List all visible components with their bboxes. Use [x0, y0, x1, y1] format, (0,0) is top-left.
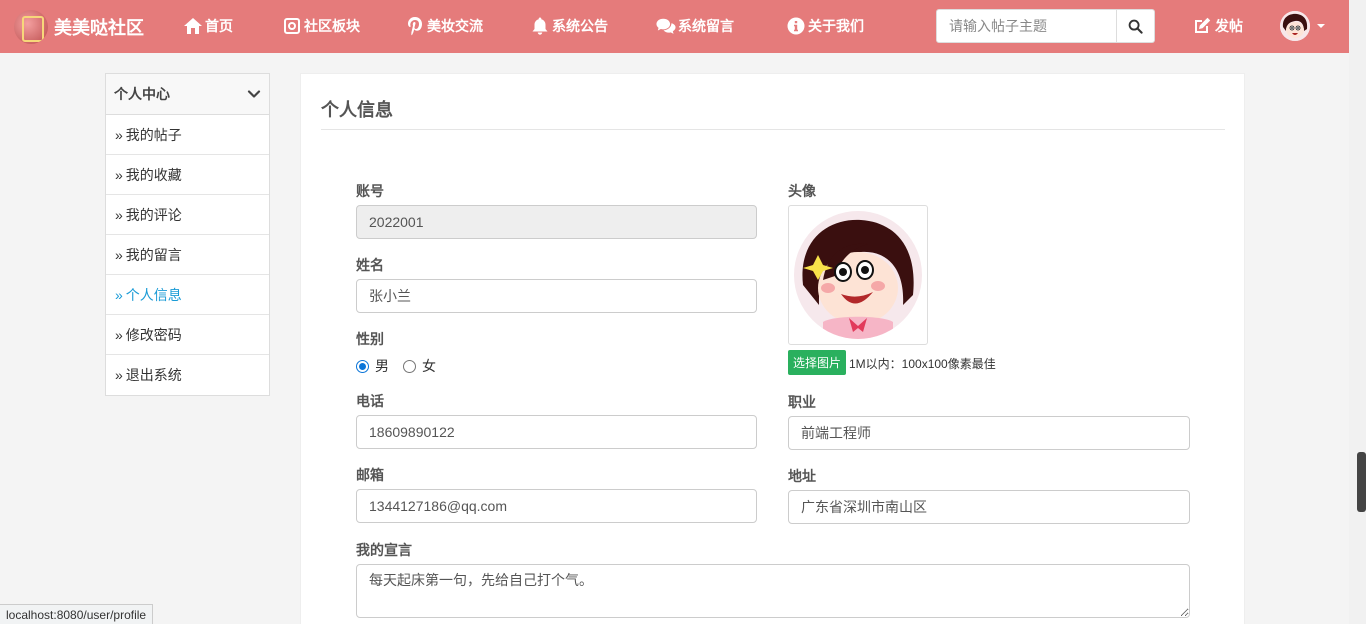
sidebar-item-my-favorites[interactable]: » 我的收藏 [106, 155, 269, 195]
name-label: 姓名 [356, 257, 384, 273]
account-label: 账号 [356, 183, 384, 199]
sidebar-item-logout[interactable]: » 退出系统 [106, 355, 269, 395]
nav-makeup-exchange[interactable]: 美妆交流 [405, 14, 483, 38]
sidebar-item-my-posts[interactable]: » 我的帖子 [106, 115, 269, 155]
phone-label: 电话 [356, 393, 384, 409]
gender-label: 性别 [356, 331, 384, 347]
search-box [936, 9, 1155, 43]
sidebar-item-my-messages[interactable]: » 我的留言 [106, 235, 269, 275]
avatar-preview[interactable] [788, 205, 928, 345]
browser-status-bar: localhost:8080/user/profile [0, 604, 154, 624]
double-chevron-right-icon: » [115, 246, 123, 263]
sidebar-title: 个人中心 [114, 86, 170, 102]
nav-announcements-label: 系统公告 [552, 18, 608, 34]
job-field[interactable] [788, 416, 1190, 450]
gender-female-radio[interactable] [403, 359, 416, 373]
gender-female-label: 女 [422, 358, 436, 374]
nav-about-us-label: 关于我们 [808, 18, 864, 34]
name-field[interactable] [356, 279, 757, 313]
sidebar-item-label: 我的评论 [125, 206, 182, 223]
gender-radio-group: 男 女 [356, 356, 436, 376]
motto-label: 我的宣言 [356, 542, 412, 558]
double-chevron-right-icon: » [115, 126, 123, 143]
nav-messages-label: 系统留言 [678, 18, 734, 34]
nav-announcements[interactable]: 系统公告 [530, 14, 608, 38]
brand-logo-icon [14, 10, 48, 44]
address-field[interactable] [788, 490, 1190, 524]
chevron-down-icon [247, 90, 261, 98]
nav-home-label: 首页 [205, 18, 233, 34]
avatar [1280, 11, 1310, 41]
profile-panel: 个人信息 账号 姓名 性别 男 女 电话 邮箱 头像 [300, 73, 1245, 624]
page-title: 个人信息 [321, 100, 393, 120]
motto-textarea[interactable]: 每天起床第一句，先给自己打个气。 [356, 564, 1190, 618]
nav-makeup-exchange-label: 美妆交流 [427, 18, 483, 34]
nav-about-us[interactable]: 关于我们 [786, 14, 864, 38]
search-input[interactable] [936, 9, 1117, 43]
brand[interactable]: 美美哒社区 [14, 10, 144, 44]
bell-icon [532, 17, 548, 35]
info-icon [787, 17, 805, 35]
choose-image-button[interactable]: 选择图片 [788, 350, 847, 375]
new-post-label: 发帖 [1215, 18, 1243, 34]
sidebar-item-change-password[interactable]: » 修改密码 [106, 315, 269, 355]
nav-community-boards[interactable]: 社区板块 [282, 14, 360, 38]
sidebar-item-label: 个人信息 [125, 286, 182, 303]
new-post-button[interactable]: 发帖 [1192, 14, 1243, 38]
sidebar-item-label: 我的帖子 [125, 126, 182, 143]
upload-hint: 1M以内：100x100像素最佳 [849, 357, 996, 371]
nav-community-boards-label: 社区板块 [304, 18, 360, 34]
sidebar-item-label: 我的留言 [125, 246, 182, 263]
top-navbar: 美美哒社区 首页 社区板块 美妆交流 系统公告 系统留言 关于我们 发帖 [0, 0, 1366, 53]
home-icon [184, 18, 202, 34]
email-field[interactable] [356, 489, 757, 523]
page-scrollbar[interactable] [1349, 0, 1366, 624]
sidebar-item-profile[interactable]: » 个人信息 [106, 275, 269, 315]
sidebar-header[interactable]: 个人中心 [106, 74, 269, 115]
avatar-image [1280, 11, 1310, 41]
double-chevron-right-icon: » [115, 367, 123, 383]
double-chevron-right-icon: » [115, 286, 123, 303]
status-url: localhost:8080/user/profile [6, 607, 147, 622]
double-chevron-right-icon: » [115, 166, 123, 183]
nav-messages[interactable]: 系统留言 [656, 14, 734, 38]
sidebar-item-label: 修改密码 [125, 326, 182, 343]
user-menu[interactable] [1280, 11, 1325, 41]
email-label: 邮箱 [356, 467, 384, 483]
gender-male-label: 男 [375, 358, 389, 374]
divider [321, 129, 1225, 130]
edit-icon [1195, 17, 1211, 33]
avatar-image [794, 211, 922, 339]
comments-icon [656, 18, 676, 34]
scrollbar-thumb[interactable] [1357, 452, 1366, 512]
search-button[interactable] [1117, 9, 1155, 43]
chevron-down-icon [1317, 24, 1325, 28]
phone-field[interactable] [356, 415, 757, 449]
instagram-icon [284, 18, 300, 34]
sidebar-item-label: 退出系统 [125, 367, 182, 383]
pinterest-icon [408, 17, 422, 36]
brand-name: 美美哒社区 [54, 18, 144, 38]
account-field[interactable] [356, 205, 757, 239]
double-chevron-right-icon: » [115, 206, 123, 223]
search-icon [1128, 19, 1143, 34]
user-center-sidebar: 个人中心 » 我的帖子 » 我的收藏 » 我的评论 » 我的留言 » 个人信息 » 修改密码… [105, 73, 270, 396]
double-chevron-right-icon: » [115, 326, 123, 343]
sidebar-item-label: 我的收藏 [125, 166, 182, 183]
nav-home[interactable]: 首页 [183, 14, 233, 38]
job-label: 职业 [788, 394, 816, 410]
address-label: 地址 [788, 468, 816, 484]
gender-male-radio[interactable] [356, 359, 369, 373]
avatar-label: 头像 [788, 183, 816, 199]
sidebar-item-my-comments[interactable]: » 我的评论 [106, 195, 269, 235]
